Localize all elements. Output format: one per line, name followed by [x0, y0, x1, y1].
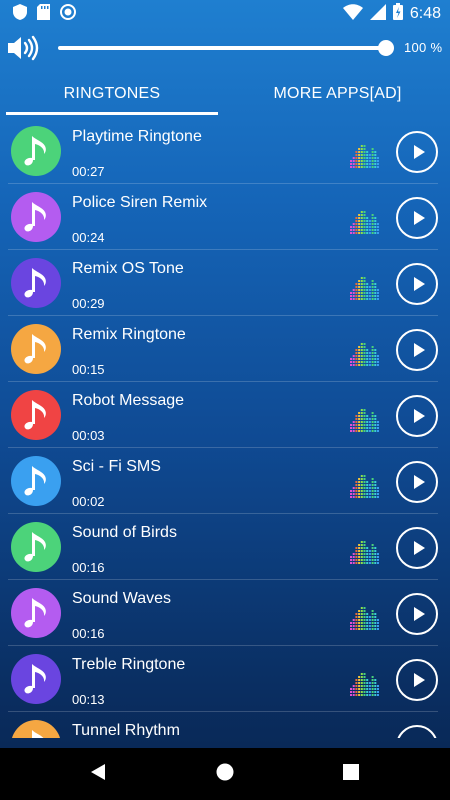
play-button[interactable]	[396, 461, 438, 503]
status-time: 6:48	[409, 5, 441, 22]
ringtone-duration: 00:24	[72, 230, 105, 245]
ringtone-title: Remix Ringtone	[72, 326, 186, 343]
play-icon	[412, 144, 426, 160]
play-button[interactable]	[396, 593, 438, 635]
play-button[interactable]	[396, 395, 438, 437]
equalizer-icon	[350, 206, 380, 239]
sd-card-icon	[37, 3, 50, 25]
ringtone-row[interactable]: Tunnel Rhythm	[0, 712, 450, 738]
tab-more-apps[interactable]: MORE APPS[AD]	[225, 72, 450, 116]
ringtone-title: Sci - Fi SMS	[72, 458, 161, 475]
play-icon	[412, 474, 426, 490]
volume-percent: 100 %	[404, 40, 443, 55]
ringtone-duration: 00:03	[72, 428, 105, 443]
equalizer-icon	[350, 140, 380, 173]
music-note-icon	[11, 258, 61, 308]
equalizer-icon	[350, 404, 380, 437]
play-button[interactable]	[396, 131, 438, 173]
play-icon	[412, 672, 426, 688]
ringtone-duration: 00:15	[72, 362, 105, 377]
play-icon	[412, 408, 426, 424]
signal-icon	[369, 3, 386, 25]
music-note-icon	[11, 456, 61, 506]
ringtone-row[interactable]: Police Siren Remix 00:24	[0, 184, 450, 250]
equalizer-icon	[350, 470, 380, 503]
volume-slider-track[interactable]	[58, 46, 386, 50]
equalizer-icon	[350, 536, 380, 569]
equalizer-icon	[350, 668, 380, 701]
play-button[interactable]	[396, 263, 438, 305]
back-icon	[89, 763, 107, 786]
music-note-icon	[11, 654, 61, 704]
equalizer-icon	[350, 734, 380, 738]
status-bar: 6:48	[0, 0, 450, 28]
ringtone-list: Playtime Ringtone 00:27 Police Siren Remix…	[0, 118, 450, 738]
record-icon	[60, 3, 76, 25]
equalizer-icon	[350, 602, 380, 635]
ringtone-title: Playtime Ringtone	[72, 128, 202, 145]
music-note-icon	[11, 522, 61, 572]
music-note-icon	[11, 588, 61, 638]
ringtone-row[interactable]: Playtime Ringtone 00:27	[0, 118, 450, 184]
home-icon	[216, 763, 234, 786]
ringtone-title: Treble Ringtone	[72, 656, 186, 673]
play-button[interactable]	[396, 725, 438, 738]
ringtone-row[interactable]: Remix Ringtone 00:15	[0, 316, 450, 382]
play-icon	[412, 210, 426, 226]
ringtone-duration: 00:13	[72, 692, 105, 707]
play-button[interactable]	[396, 329, 438, 371]
active-tab-indicator	[6, 112, 218, 115]
ringtone-title: Robot Message	[72, 392, 185, 409]
ringtone-row[interactable]: Remix OS Tone 00:29	[0, 250, 450, 316]
recents-icon	[343, 763, 359, 785]
music-note-icon	[11, 192, 61, 242]
equalizer-icon	[350, 338, 380, 371]
ringtone-title: Sound of Birds	[72, 524, 177, 541]
music-note-icon	[11, 324, 61, 374]
ringtone-duration: 00:29	[72, 296, 105, 311]
play-icon	[412, 342, 426, 358]
ringtone-row[interactable]: Robot Message 00:03	[0, 382, 450, 448]
tab-bar: RINGTONES MORE APPS[AD]	[0, 72, 450, 116]
shield-icon	[13, 3, 27, 25]
ringtone-title: Police Siren Remix	[72, 194, 208, 211]
ringtone-row[interactable]: Treble Ringtone 00:13	[0, 646, 450, 712]
recents-button[interactable]	[321, 748, 381, 800]
play-button[interactable]	[396, 527, 438, 569]
music-note-icon	[11, 720, 61, 738]
volume-control: 100 %	[0, 28, 450, 70]
wifi-icon	[342, 3, 363, 25]
volume-slider-thumb[interactable]	[378, 40, 394, 56]
ringtone-duration: 00:16	[72, 626, 105, 641]
play-icon	[412, 606, 426, 622]
ringtone-title: Tunnel Rhythm	[72, 722, 180, 738]
ringtone-row[interactable]: Sci - Fi SMS 00:02	[0, 448, 450, 514]
ringtone-duration: 00:02	[72, 494, 105, 509]
battery-icon	[392, 3, 403, 25]
volume-icon[interactable]	[6, 34, 40, 67]
play-button[interactable]	[396, 659, 438, 701]
music-note-icon	[11, 126, 61, 176]
back-button[interactable]	[68, 748, 128, 800]
ringtone-title: Sound Waves	[72, 590, 172, 607]
ringtone-row[interactable]: Sound Waves 00:16	[0, 580, 450, 646]
play-icon	[412, 540, 426, 556]
ringtone-duration: 00:27	[72, 164, 105, 179]
play-button[interactable]	[396, 197, 438, 239]
navigation-bar	[0, 748, 450, 800]
tab-ringtones[interactable]: RINGTONES	[6, 72, 218, 116]
ringtone-duration: 00:16	[72, 560, 105, 575]
ringtone-row[interactable]: Sound of Birds 00:16	[0, 514, 450, 580]
equalizer-icon	[350, 272, 380, 305]
ringtone-title: Remix OS Tone	[72, 260, 184, 277]
home-button[interactable]	[195, 748, 255, 800]
play-icon	[412, 276, 426, 292]
music-note-icon	[11, 390, 61, 440]
